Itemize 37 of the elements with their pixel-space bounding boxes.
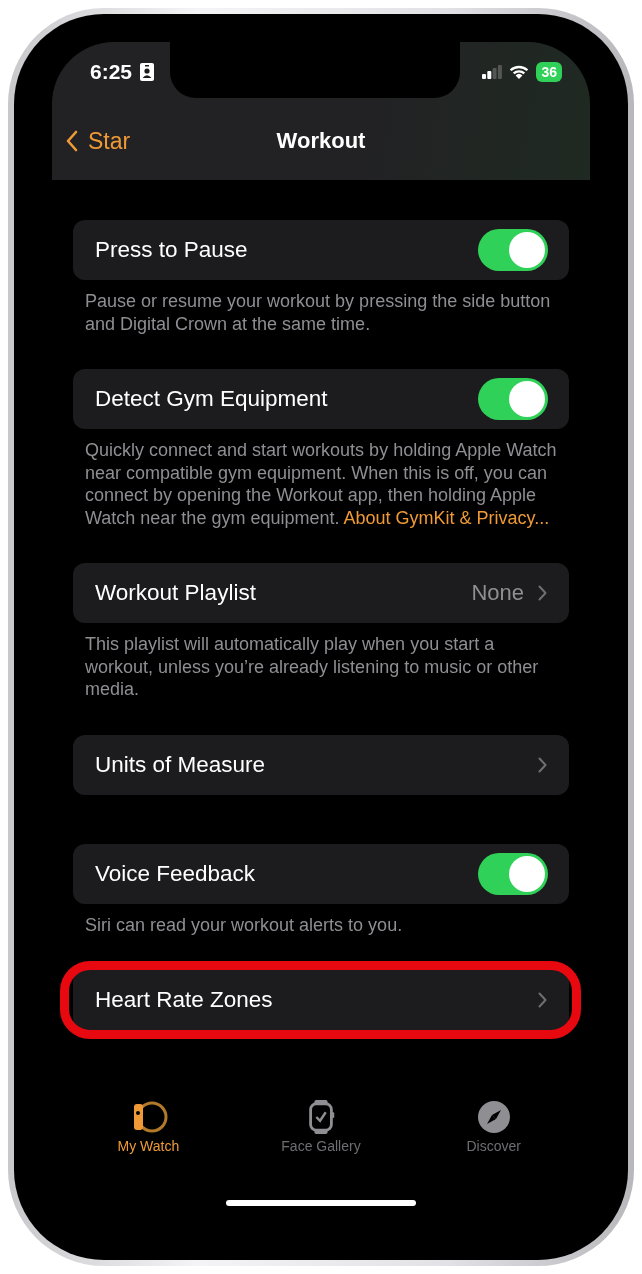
settings-row[interactable]: Workout Playlist None	[73, 563, 569, 623]
settings-row[interactable]: Voice Feedback	[73, 843, 569, 904]
row-label: Units of Measure	[95, 751, 266, 778]
tab-item[interactable]: Discover	[423, 1100, 564, 1154]
footer-note: Pause or resume your workout by pressing the side button and Digital Crown at the same time.	[85, 290, 552, 335]
row-label: Press to Pause	[95, 237, 248, 263]
settings-row[interactable]: Units of Measure	[73, 734, 569, 795]
signal-icon	[482, 65, 503, 79]
toggle-switch[interactable]	[478, 229, 548, 271]
wifi-icon	[509, 64, 530, 80]
row-label: Workout Playlist	[95, 580, 256, 606]
clock-time: 6:25	[90, 60, 133, 84]
tab-item[interactable]: My Watch	[78, 1100, 219, 1154]
row-value: None	[471, 580, 524, 606]
row-label: Detect Gym Equipment	[95, 386, 328, 412]
settings-row[interactable]: Heart Rate Zones	[73, 970, 569, 1030]
toggle-switch[interactable]	[478, 378, 548, 420]
chevron-right-icon	[538, 585, 547, 601]
chevron-right-icon	[538, 756, 547, 773]
footer-note: Siri can read your workout alerts to you.	[85, 913, 404, 936]
settings-row[interactable]: Detect Gym Equipment	[73, 369, 569, 429]
footer-note: Quickly connect and start workouts by holding Apple Watch near compatible gym equipment. When this is off, you can connect by opening the Workout app, then holding Apple Watch near the gym equipment. About GymKit & Privacy...	[85, 439, 557, 529]
row-label: Voice Feedback	[95, 860, 256, 887]
row-label: Heart Rate Zones	[95, 987, 273, 1013]
page-title: Workout	[276, 128, 366, 154]
watch-face-icon	[307, 1100, 335, 1134]
settings-row[interactable]: Press to Pause	[73, 220, 569, 280]
battery-level: 36	[541, 64, 557, 80]
footer-note: This playlist will automatically play when you start a workout, unless you’re already listening to music or other media.	[85, 633, 540, 701]
back-button[interactable]: Star	[66, 127, 131, 155]
chevron-right-icon	[538, 992, 547, 1008]
privacy-link[interactable]: About GymKit & Privacy...	[343, 507, 550, 528]
tab-item[interactable]: Face Gallery	[251, 1100, 391, 1154]
id-card-icon	[140, 63, 155, 81]
back-chevron-icon	[66, 130, 78, 152]
compass-icon	[476, 1100, 511, 1134]
toggle-switch[interactable]	[478, 852, 548, 895]
